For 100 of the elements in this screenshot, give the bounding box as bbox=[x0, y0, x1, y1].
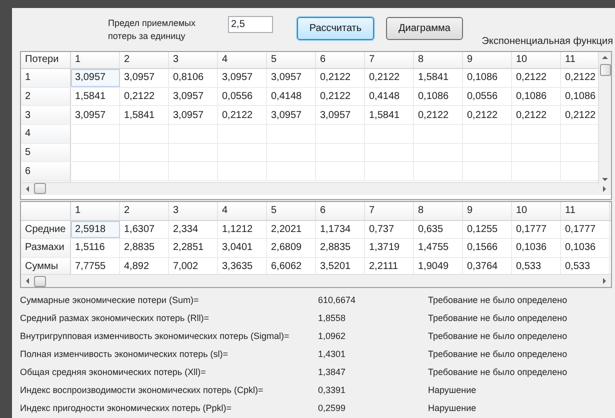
row-header: 4 bbox=[21, 125, 71, 143]
metric-status: Нарушение bbox=[428, 384, 476, 398]
metric-label: Общая средняя экономических потерь (Xll)= bbox=[20, 366, 207, 380]
table-cell: 0,2122 bbox=[365, 68, 414, 87]
table-cell: 1,4755 bbox=[414, 239, 463, 257]
table-cell: 0,8106 bbox=[169, 68, 218, 87]
table-cell: 0,1777 bbox=[561, 220, 610, 238]
metric-value: 0,3391 bbox=[318, 384, 347, 398]
column-header: 9 bbox=[463, 52, 512, 68]
metric-status: Требование не было определено bbox=[428, 348, 568, 362]
column-header: 11 bbox=[561, 202, 610, 220]
table-cell: 0,2122 bbox=[218, 106, 267, 124]
table-cell: 0,635 bbox=[414, 220, 463, 238]
scroll-left-icon[interactable] bbox=[24, 184, 32, 193]
table-cell: 3,0957 bbox=[316, 106, 365, 124]
table-cell: 3,0957 bbox=[71, 68, 120, 87]
action-button[interactable]: Диаграмма bbox=[386, 17, 463, 40]
scroll-up-icon[interactable] bbox=[601, 54, 609, 62]
metric-label: Индекс пригодности экономических потерь (Ppkl)= bbox=[20, 402, 233, 416]
table-cell: 0,0556 bbox=[218, 88, 267, 106]
table-cell: 0,4148 bbox=[267, 88, 316, 106]
metric-status: Нарушение bbox=[428, 402, 476, 416]
metric-label: Полная изменчивость экономических потерь (sl)= bbox=[20, 348, 230, 362]
table-cell: 0,1086 bbox=[463, 68, 512, 87]
metric-label: Внутригрупповая изменчивость экономических потерь (Sigmal)= bbox=[20, 330, 290, 344]
row-header: 2 bbox=[21, 88, 71, 106]
table-cell: 2,8835 bbox=[120, 239, 169, 257]
column-header: 3 bbox=[169, 202, 218, 220]
table-cell: 2,2851 bbox=[169, 239, 218, 257]
table-cell: 0,2122 bbox=[463, 106, 512, 124]
table-cell: 1,1734 bbox=[316, 220, 365, 238]
scroll-thumb[interactable] bbox=[34, 183, 46, 194]
row-header: 5 bbox=[21, 144, 71, 162]
table-cell: 0,0556 bbox=[463, 88, 512, 106]
scroll-thumb[interactable] bbox=[600, 64, 610, 76]
action-button[interactable]: Рассчитать bbox=[297, 17, 374, 40]
column-header: 7 bbox=[365, 52, 414, 68]
table-cell: 2,334 bbox=[169, 220, 218, 238]
scroll-thumb[interactable] bbox=[34, 276, 46, 286]
table-cell: 3,0957 bbox=[169, 106, 218, 124]
column-header: 2 bbox=[120, 52, 169, 68]
table-cell: 0,1255 bbox=[463, 220, 512, 238]
table-cell: 1,5116 bbox=[71, 239, 120, 257]
metric-value: 610,6674 bbox=[318, 294, 357, 308]
table-cell: 1,6307 bbox=[120, 220, 169, 238]
metric-value: 1,0962 bbox=[318, 330, 347, 344]
column-header: 9 bbox=[463, 202, 512, 220]
metric-value: 1,8558 bbox=[318, 312, 347, 326]
metric-status: Требование не было определено bbox=[428, 312, 568, 326]
table-cell: 0,2122 bbox=[316, 68, 365, 87]
table-cell: 0,737 bbox=[365, 220, 414, 238]
metric-label: Суммарные экономические потери (Sum)= bbox=[20, 294, 200, 308]
table-cell: 0,4148 bbox=[365, 88, 414, 106]
table-cell: 0,1036 bbox=[561, 239, 610, 257]
table-cell: 0,2122 bbox=[512, 106, 561, 124]
table-cell: 1,5841 bbox=[120, 106, 169, 124]
limit-input[interactable]: 2,5 bbox=[228, 16, 273, 33]
metric-status: Требование не было определено bbox=[428, 330, 568, 344]
column-header: 2 bbox=[120, 202, 169, 220]
metric-value: 0,2599 bbox=[318, 402, 347, 416]
scroll-right-icon[interactable] bbox=[600, 184, 608, 193]
table-cell: 1,3719 bbox=[365, 239, 414, 257]
metric-label: Индекс воспроизводимости экономических потерь (Cpkl)= bbox=[20, 384, 264, 398]
row-header: Средние bbox=[21, 220, 71, 238]
vertical-scrollbar[interactable] bbox=[598, 52, 611, 185]
scroll-right-icon[interactable] bbox=[600, 277, 608, 285]
column-header: 1 bbox=[71, 202, 120, 220]
row-header: 6 bbox=[21, 162, 71, 180]
row-header: Размахи bbox=[21, 239, 71, 257]
horizontal-scrollbar[interactable] bbox=[21, 182, 611, 195]
horizontal-scrollbar[interactable] bbox=[21, 274, 611, 287]
column-header: 10 bbox=[512, 52, 561, 68]
limit-label: Предел приемлемых потерь за единицу bbox=[108, 17, 197, 43]
row-header: 1 bbox=[21, 68, 71, 87]
table-cell: 2,5918 bbox=[71, 220, 120, 238]
table-cell: 3,0957 bbox=[71, 106, 120, 124]
table-cell: 2,8835 bbox=[316, 239, 365, 257]
column-header: 6 bbox=[316, 202, 365, 220]
metric-status: Требование не было определено bbox=[428, 294, 568, 308]
table-cell: 0,1086 bbox=[414, 88, 463, 106]
column-header: 7 bbox=[365, 202, 414, 220]
metric-label: Средний размах экономических потерь (Rll)= bbox=[20, 312, 210, 326]
table-cell: 1,5841 bbox=[365, 106, 414, 124]
metric-value: 1,3847 bbox=[318, 366, 347, 380]
column-header: 4 bbox=[218, 52, 267, 68]
table-cell: 0,2122 bbox=[316, 88, 365, 106]
column-header: 8 bbox=[414, 202, 463, 220]
column-header: 5 bbox=[267, 202, 316, 220]
table-cell: 1,5841 bbox=[71, 88, 120, 106]
column-header: Потери bbox=[21, 52, 71, 68]
table-cell: 3,0957 bbox=[267, 106, 316, 124]
row-header: 3 bbox=[21, 106, 71, 124]
column-header: 4 bbox=[218, 202, 267, 220]
table-cell: 1,1212 bbox=[218, 220, 267, 238]
table-cell: 0,2122 bbox=[120, 88, 169, 106]
table-cell: 3,0401 bbox=[218, 239, 267, 257]
table-cell: 0,2122 bbox=[512, 68, 561, 87]
table-cell: 2,2021 bbox=[267, 220, 316, 238]
column-header: 3 bbox=[169, 52, 218, 68]
table-cell: 0,1036 bbox=[512, 239, 561, 257]
